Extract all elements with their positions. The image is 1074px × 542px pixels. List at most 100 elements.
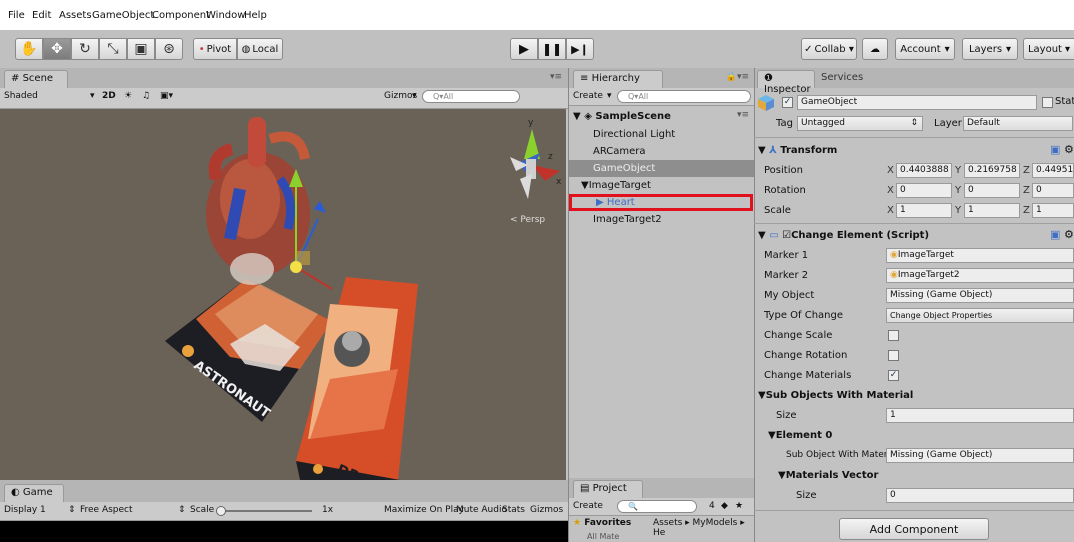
tab-scene[interactable]: # Scene [4,70,68,88]
step-button[interactable]: ▶❙ [566,38,594,60]
transform-tool-icon[interactable]: ⊛ [155,38,183,60]
position-x-input[interactable]: 0.4403888 [896,163,952,178]
tag-icon[interactable]: ◆ [721,501,728,511]
favorites-item[interactable]: ★ Favorites [573,518,631,528]
effects-icon[interactable]: ▣▾ [160,91,173,101]
scale-y-input[interactable]: 1 [964,203,1020,218]
subobjects-foldout[interactable]: ▼Sub Objects With Material [758,390,913,401]
move-tool-icon[interactable]: ✥ [43,38,71,60]
hierarchy-item[interactable]: ImageTarget2 [593,211,773,228]
shading-mode-dropdown[interactable]: Shaded [4,91,38,101]
mute-audio-toggle[interactable]: Mute Audio [456,505,507,515]
collab-button[interactable]: ✓ Collab ▾ [801,38,857,60]
rect-tool-icon[interactable]: ▣ [127,38,155,60]
scene-menu-icon[interactable]: ▾≡ [737,110,749,120]
help-book-icon[interactable]: ▣ [1050,228,1060,241]
static-checkbox[interactable] [1042,97,1053,108]
position-y-input[interactable]: 0.2169758 [964,163,1020,178]
size-input[interactable]: 1 [886,408,1074,423]
layers-dropdown[interactable]: Layers ▾ [962,38,1018,60]
tab-project[interactable]: ▤ Project [573,480,643,498]
typechange-dropdown[interactable]: Change Object Properties [886,308,1074,323]
object-name-input[interactable]: GameObject [797,95,1037,110]
changerotation-checkbox[interactable] [888,350,899,361]
hierarchy-item[interactable]: ▼ImageTarget [581,177,761,194]
2d-toggle[interactable]: 2D [102,91,116,101]
local-button[interactable]: ◍ Local [237,38,283,60]
scale-x-input[interactable]: 1 [896,203,952,218]
project-search-input[interactable]: 🔍 [617,500,697,513]
tab-game[interactable]: ◐ Game [4,484,64,502]
hierarchy-create-button[interactable]: Create [573,91,603,101]
layout-dropdown[interactable]: Layout ▾ [1023,38,1074,60]
persp-label[interactable]: < Persp [510,215,545,225]
hand-tool-icon[interactable]: ✋ [15,38,43,60]
play-button[interactable]: ▶ [510,38,538,60]
scene-viewport[interactable]: ASTRONAUT DRO y z x < Persp [0,109,566,480]
project-create-button[interactable]: Create [573,501,603,511]
rotation-z-input[interactable]: 0 [1032,183,1074,198]
menu-component[interactable]: Component [152,10,210,21]
tab-services[interactable]: Services [821,72,863,83]
settings-gear-icon[interactable]: ⚙ [1064,228,1074,241]
game-gizmos-dropdown[interactable]: Gizmos [530,505,563,515]
star-icon[interactable]: ★ [735,501,743,511]
scale-slider-handle[interactable] [216,506,226,516]
scene-root-item[interactable]: ▼ ◈ SampleScene [573,108,753,125]
subobjmat-field[interactable]: Missing (Game Object) [886,448,1074,463]
scale-z-input[interactable]: 1 [1032,203,1074,218]
hierarchy-search-input[interactable]: Q▾All [617,90,751,103]
scale-tool-icon[interactable]: ⤡ [99,38,127,60]
matsize-input[interactable]: 0 [886,488,1074,503]
hierarchy-item[interactable]: ARCamera [593,143,773,160]
settings-gear-icon[interactable]: ⚙ [1064,143,1074,156]
menu-edit[interactable]: Edit [32,10,51,21]
component-enabled-checkbox[interactable]: ☑ [782,230,791,241]
menu-gameobject[interactable]: GameObject [92,10,154,21]
transform-header[interactable]: ▼ ⅄ Transform [758,145,837,156]
help-book-icon[interactable]: ▣ [1050,143,1060,156]
game-viewport[interactable] [0,521,568,542]
pivot-button[interactable]: • Pivot [193,38,237,60]
favorites-subitem[interactable]: All Mate [587,532,619,541]
active-checkbox[interactable]: ✓ [782,97,793,108]
menu-window[interactable]: Window [206,10,245,21]
matvector-foldout[interactable]: ▼Materials Vector [778,470,878,481]
menu-assets[interactable]: Assets [59,10,92,21]
rotation-x-input[interactable]: 0 [896,183,952,198]
maximize-on-play-toggle[interactable]: Maximize On Play [384,505,464,515]
lock-icon[interactable]: 🔒▾≡ [726,72,749,82]
element0-foldout[interactable]: ▼Element 0 [768,430,832,441]
marker1-field[interactable]: ◉ImageTarget [886,248,1074,263]
lighting-icon[interactable]: ☀ [124,91,132,101]
menu-file[interactable]: File [8,10,25,21]
pause-button[interactable]: ❚❚ [538,38,566,60]
stats-toggle[interactable]: Stats [502,505,525,515]
scale-slider[interactable] [218,510,312,512]
account-dropdown[interactable]: Account ▾ [895,38,955,60]
scene-search-input[interactable]: Q▾All [422,90,520,103]
panel-menu-icon[interactable]: ▾≡ [550,72,562,82]
changescale-checkbox[interactable] [888,330,899,341]
cloud-icon[interactable]: ☁ [862,38,888,60]
hierarchy-item-selected[interactable]: GameObject [569,160,755,177]
hierarchy-item[interactable]: Directional Light [593,126,773,143]
tag-dropdown[interactable]: Untagged ⇕ [797,116,923,131]
changematerials-checkbox[interactable]: ✓ [888,370,899,381]
orientation-gizmo[interactable] [510,129,560,199]
layer-dropdown[interactable]: Default [963,116,1073,131]
display-dropdown[interactable]: Display 1 [4,505,46,515]
script-component-header[interactable]: ▼ ▭ ☑Change Element (Script) [758,230,929,241]
tab-hierarchy[interactable]: ≡ Hierarchy [573,70,663,88]
myobject-field[interactable]: Missing (Game Object) [886,288,1074,303]
aspect-dropdown[interactable]: Free Aspect [80,505,133,515]
menu-help[interactable]: Help [244,10,267,21]
rotate-tool-icon[interactable]: ↻ [71,38,99,60]
add-component-button[interactable]: Add Component [839,518,989,540]
hierarchy-item-heart[interactable]: ▶ Heart [569,194,753,211]
project-breadcrumb[interactable]: Assets ▸ MyModels ▸ He [653,518,755,538]
audio-icon[interactable]: ♫ [142,91,150,101]
marker2-field[interactable]: ◉ImageTarget2 [886,268,1074,283]
rotation-y-input[interactable]: 0 [964,183,1020,198]
position-z-input[interactable]: 0.449518 [1032,163,1074,178]
